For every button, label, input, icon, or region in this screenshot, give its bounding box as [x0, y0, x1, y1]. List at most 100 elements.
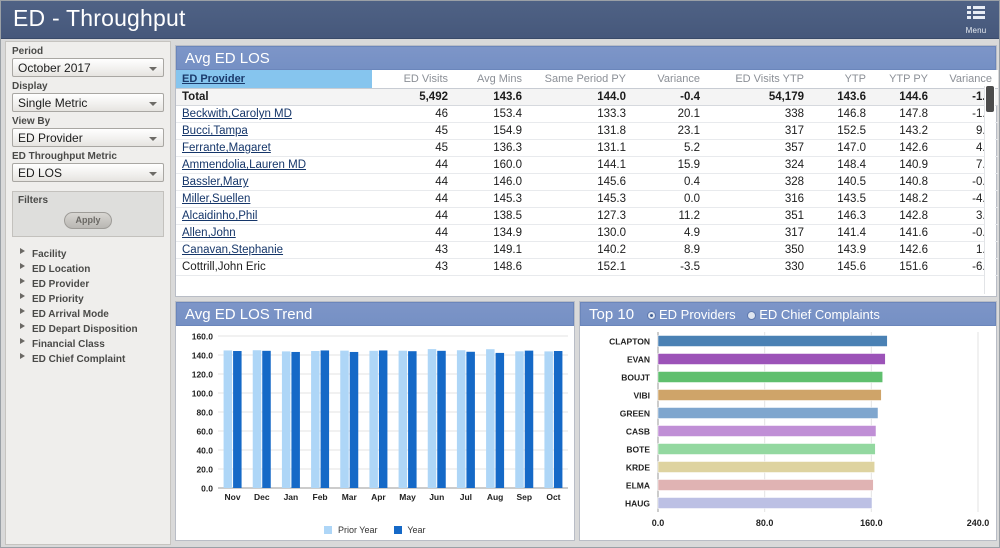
column-header-ytp[interactable]: YTP — [810, 70, 872, 89]
ed-throughput-metric-select[interactable]: ED LOS — [12, 163, 164, 182]
period-label: Period — [12, 46, 44, 57]
row-provider-name[interactable]: Ferrante,Magaret — [176, 139, 372, 157]
provider-link[interactable]: Beckwith,Carolyn MD — [182, 108, 292, 120]
provider-link[interactable]: Ammendolia,Lauren MD — [182, 159, 306, 171]
column-header-avg-mins[interactable]: Avg Mins — [454, 70, 528, 89]
filter-item-financial-class[interactable]: Financial Class — [6, 334, 170, 350]
menu-button[interactable]: Menu — [955, 2, 997, 38]
top-10-bar[interactable] — [657, 353, 886, 365]
provider-table: ED Provider ED Visits Avg Mins Same Peri… — [176, 70, 998, 276]
filter-item-ed-chief-complaint[interactable]: ED Chief Complaint — [6, 349, 170, 365]
column-header-same-period-py[interactable]: Same Period PY — [528, 70, 632, 89]
radio-ed-chief-complaints[interactable]: ED Chief Complaints — [747, 307, 880, 322]
table-header-row: ED Provider ED Visits Avg Mins Same Peri… — [176, 70, 998, 89]
top-10-bar[interactable] — [657, 479, 874, 491]
trend-bar-prior-year[interactable] — [427, 349, 437, 488]
trend-bar-year[interactable] — [437, 350, 446, 488]
table-cell: 141.4 — [810, 224, 872, 242]
table-cell: 46 — [372, 105, 454, 123]
top-10-bar[interactable] — [657, 335, 888, 347]
row-provider-name[interactable]: Beckwith,Carolyn MD — [176, 105, 372, 123]
column-header-ed-visits[interactable]: ED Visits — [372, 70, 454, 89]
trend-bar-prior-year[interactable] — [486, 349, 495, 488]
period-select[interactable]: October 2017 — [12, 58, 164, 77]
table-row: Ferrante,Magaret 45 136.3 131.1 5.2 357 147.0 1… — [176, 139, 998, 157]
table-scrollbar-thumb[interactable] — [986, 86, 994, 112]
column-header-ed-provider[interactable]: ED Provider — [176, 70, 372, 89]
category-label: EVAN — [627, 355, 650, 365]
row-provider-name[interactable]: Miller,Suellen — [176, 190, 372, 208]
row-provider-name[interactable]: Allen,John — [176, 224, 372, 242]
trend-bar-prior-year[interactable] — [398, 350, 408, 488]
trend-bar-year[interactable] — [291, 351, 300, 488]
apply-button[interactable]: Apply — [64, 212, 112, 229]
filters-title: Filters — [18, 195, 49, 206]
trend-bar-year[interactable] — [378, 350, 388, 488]
top-10-bar[interactable] — [657, 443, 876, 455]
trend-bar-year[interactable] — [320, 350, 330, 488]
trend-bar-prior-year[interactable] — [252, 350, 262, 488]
row-provider-name[interactable]: Ammendolia,Lauren MD — [176, 156, 372, 174]
row-provider-name[interactable]: Canavan,Stephanie — [176, 241, 372, 259]
filter-item-ed-provider[interactable]: ED Provider — [6, 274, 170, 290]
trend-bar-prior-year[interactable] — [515, 351, 524, 488]
x-axis-tick-label: Sep — [516, 492, 532, 502]
trend-bar-prior-year[interactable] — [311, 351, 320, 488]
trend-bar-year[interactable] — [262, 350, 271, 488]
trend-bar-year[interactable] — [495, 352, 505, 488]
column-header-ytp-py[interactable]: YTP PY — [872, 70, 934, 89]
top-10-bar[interactable] — [657, 497, 873, 509]
trend-bar-prior-year[interactable] — [223, 350, 233, 488]
view-by-select[interactable]: ED Provider — [12, 128, 164, 147]
row-provider-name[interactable]: Alcaidinho,Phil — [176, 207, 372, 225]
trend-bar-prior-year[interactable] — [544, 351, 553, 488]
trend-bar-year[interactable] — [233, 351, 242, 488]
filter-item-ed-location[interactable]: ED Location — [6, 259, 170, 275]
provider-link[interactable]: Alcaidinho,Phil — [182, 210, 257, 222]
table-cell: 142.6 — [872, 241, 934, 259]
radio-ed-providers[interactable]: ED Providers — [647, 307, 736, 322]
filter-item-ed-arrival-mode[interactable]: ED Arrival Mode — [6, 304, 170, 320]
trend-bar-year[interactable] — [524, 350, 534, 488]
provider-link[interactable]: Ferrante,Magaret — [182, 142, 271, 154]
total-cell: 143.6 — [810, 88, 872, 106]
top-10-bar[interactable] — [657, 461, 875, 473]
trend-bar-prior-year[interactable] — [340, 350, 349, 488]
table-cell: 152.5 — [810, 122, 872, 140]
top-panel-title: Top 10 — [589, 306, 635, 323]
provider-link[interactable]: Canavan,Stephanie — [182, 244, 283, 256]
display-select[interactable]: Single Metric — [12, 93, 164, 112]
trend-bar-prior-year[interactable] — [456, 350, 466, 488]
table-cell: 138.5 — [454, 207, 528, 225]
top-10-bar[interactable] — [657, 389, 882, 401]
column-header-variance[interactable]: Variance — [632, 70, 706, 89]
trend-bar-year[interactable] — [553, 351, 563, 488]
provider-link[interactable]: Bassler,Mary — [182, 176, 248, 188]
provider-link[interactable]: Miller,Suellen — [182, 193, 250, 205]
trend-bar-year[interactable] — [349, 351, 359, 488]
table-cell: 149.1 — [454, 241, 528, 259]
provider-link[interactable]: Bucci,Tampa — [182, 125, 248, 137]
category-label: BOUJT — [621, 373, 651, 383]
table-cell: 143.5 — [810, 190, 872, 208]
filter-item-facility[interactable]: Facility — [6, 244, 170, 260]
table-scrollbar[interactable] — [984, 86, 995, 294]
trend-bar-year[interactable] — [408, 351, 417, 488]
table-row: Bassler,Mary 44 146.0 145.6 0.4 328 140.5 140.8… — [176, 173, 998, 191]
table-cell: 330 — [706, 258, 810, 276]
table-row: Miller,Suellen 44 145.3 145.3 0.0 316 143.5 148… — [176, 190, 998, 208]
chevron-right-icon — [20, 293, 25, 299]
top-10-bar[interactable] — [657, 371, 883, 383]
top-10-bar[interactable] — [657, 425, 877, 437]
chevron-down-icon — [149, 67, 157, 71]
row-provider-name[interactable]: Bassler,Mary — [176, 173, 372, 191]
trend-bar-year[interactable] — [466, 351, 475, 488]
trend-bar-prior-year[interactable] — [369, 350, 378, 488]
filter-item-ed-priority[interactable]: ED Priority — [6, 289, 170, 305]
provider-link[interactable]: Allen,John — [182, 227, 236, 239]
row-provider-name[interactable]: Bucci,Tampa — [176, 122, 372, 140]
top-10-bar[interactable] — [657, 407, 879, 419]
column-header-ed-visits-ytp[interactable]: ED Visits YTP — [706, 70, 810, 89]
filter-item-ed-depart-disposition[interactable]: ED Depart Disposition — [6, 319, 170, 335]
trend-bar-prior-year[interactable] — [281, 351, 291, 488]
